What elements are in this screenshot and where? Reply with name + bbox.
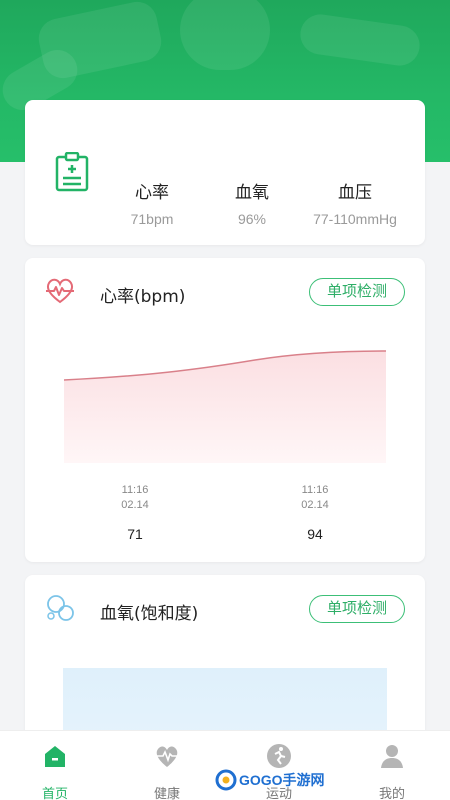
blood-oxygen-check-button[interactable]: 单项检测 [309,595,405,623]
user-icon [381,745,403,768]
metric-blood-pressure: 血压 77-110mmHg [300,178,410,227]
heart-rate-title: 心率(bpm) [100,287,186,307]
heart-rate-check-button[interactable]: 单项检测 [309,278,405,306]
vitals-summary-card[interactable]: 心率 71bpm 血氧 96% 血压 77-110mmHg [25,100,425,245]
metric-label: 心率 [135,183,169,203]
heart-rate-area [64,351,386,463]
heart-icon [156,746,178,767]
reading-value: 94 [307,526,323,542]
watermark-text: GOGO手游网 [239,772,325,788]
heart-rate-card[interactable]: 心率(bpm) 单项检测 11:16 02.14 11:16 02.14 71 … [25,258,425,562]
tab-profile[interactable]: 我的 [357,743,427,800]
watermark-logo-icon [215,769,237,791]
watermark: GOGO手游网 [215,768,325,792]
metric-value: 77-110mmHg [313,211,397,227]
time-label: 11:16 02.14 [105,483,165,513]
tab-home[interactable]: 首页 [20,743,90,800]
time-text: 11:16 [301,484,329,496]
clipboard-icon [55,152,89,192]
date-text: 02.14 [301,499,329,511]
heart-rate-chart [63,350,387,463]
time-text: 11:16 [121,484,149,496]
metric-heart-rate: 心率 71bpm [113,178,191,227]
tab-health[interactable]: 健康 [132,743,202,800]
metric-label: 血压 [338,183,372,203]
reading-value: 71 [127,526,143,542]
home-icon [45,746,65,767]
runner-icon [267,744,291,768]
metric-blood-oxygen: 血氧 96% [217,178,287,227]
metric-value: 96% [237,211,267,227]
heartbeat-icon [46,278,74,304]
metric-value: 71bpm [130,211,174,227]
tab-label: 健康 [153,787,180,800]
date-text: 02.14 [121,499,149,511]
blood-oxygen-title: 血氧(饱和度) [100,604,199,624]
metric-label: 血氧 [235,183,269,203]
bubbles-icon [47,595,74,621]
tab-label: 我的 [378,787,405,800]
time-label: 11:16 02.14 [285,483,345,513]
tab-label: 首页 [41,787,68,800]
